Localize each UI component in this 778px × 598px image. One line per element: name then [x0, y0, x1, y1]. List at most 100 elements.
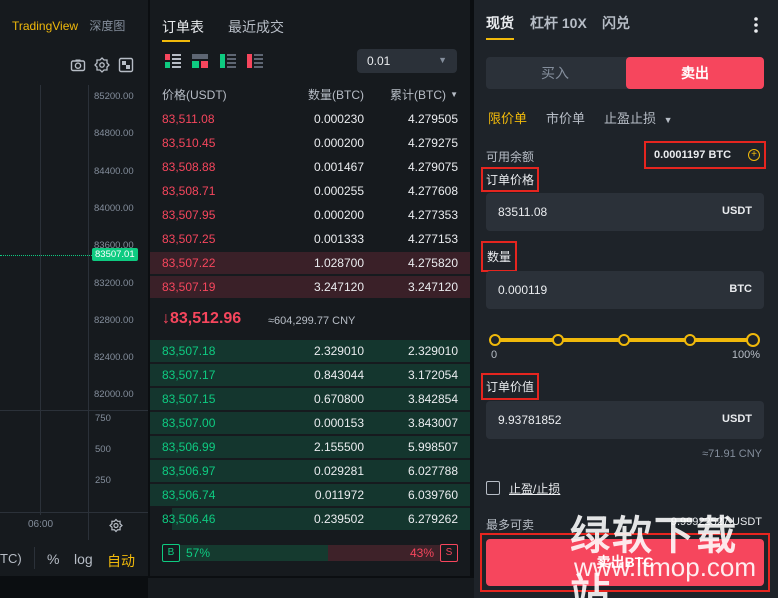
add-funds-icon[interactable]: +	[748, 149, 760, 161]
bid-price: 83,506.46	[162, 512, 216, 526]
price-tick: 82400.00	[94, 352, 134, 363]
slider-step[interactable]	[684, 334, 696, 346]
bid-row[interactable]: 83,507.15 0.670800 3.842854	[150, 387, 470, 411]
sell-ratio-pct: 43%	[409, 546, 434, 560]
ask-qty: 0.000200	[313, 208, 364, 222]
bid-price: 83,506.99	[162, 440, 216, 454]
total-label: 订单价值	[481, 373, 540, 400]
ask-row[interactable]: 83,510.45 0.000200 4.279275	[150, 131, 470, 155]
price-tick: 84800.00	[94, 128, 134, 139]
bid-row[interactable]: 83,507.17 0.843044 3.172054	[150, 363, 470, 387]
ask-total: 4.279075	[407, 160, 458, 174]
watermark-text: 绿软下载站	[570, 514, 738, 598]
tab-tradingview[interactable]: TradingView	[12, 19, 78, 33]
book-asks-icon[interactable]	[247, 54, 263, 68]
bid-row[interactable]: 83,506.74 0.011972 6.039760	[150, 483, 470, 507]
amount-slider[interactable]	[489, 333, 760, 347]
ask-row[interactable]: 83,507.95 0.000200 4.277353	[150, 203, 470, 227]
bid-price: 83,507.00	[162, 416, 216, 430]
ask-total: 4.277353	[407, 208, 458, 222]
price-tick: 85200.00	[94, 91, 134, 102]
current-price-line	[0, 255, 92, 256]
watermark-url: www.itmop.com	[574, 552, 757, 582]
percent-scale-toggle[interactable]: %	[47, 551, 59, 567]
price-tick: 82800.00	[94, 315, 134, 326]
tab-recent-trades[interactable]: 最近成交	[228, 17, 284, 37]
log-scale-toggle[interactable]: log	[74, 551, 93, 567]
book-both-icon[interactable]	[165, 54, 181, 68]
slider-handle[interactable]	[746, 333, 760, 347]
bid-total: 3.843007	[407, 416, 458, 430]
ask-row[interactable]: 83,507.25 0.001333 4.277153	[150, 227, 470, 251]
price-input[interactable]: 83511.08 USDT	[486, 193, 764, 231]
bid-price: 83,507.18	[162, 344, 216, 358]
more-vertical-icon[interactable]	[754, 16, 758, 34]
total-input-value: 9.93781852	[498, 413, 562, 427]
ask-qty: 1.028700	[313, 256, 364, 270]
order-type-market[interactable]: 市价单	[546, 108, 585, 127]
fullscreen-icon[interactable]	[118, 57, 134, 73]
bid-row[interactable]: 83,507.18 2.329010 2.329010	[150, 339, 470, 363]
order-type-stop[interactable]: 止盈止损 ▼	[604, 108, 673, 127]
bid-row[interactable]: 83,506.99 2.155500 5.998507	[150, 435, 470, 459]
ask-qty: 3.247120	[313, 280, 364, 294]
ask-total: 4.279275	[407, 136, 458, 150]
price-tick: 82000.00	[94, 389, 134, 400]
chart-bottom-toolbar: TC) % log 自动	[0, 545, 148, 573]
slider-step[interactable]	[552, 334, 564, 346]
scale-label: TC)	[0, 551, 22, 566]
sort-caret-icon[interactable]: ▼	[450, 90, 458, 99]
tab-spot[interactable]: 现货	[486, 13, 514, 33]
precision-select[interactable]: 0.01 ▼	[357, 49, 457, 73]
ask-price: 83,507.25	[162, 232, 216, 246]
ask-row[interactable]: 83,508.88 0.001467 4.279075	[150, 155, 470, 179]
settings-icon[interactable]	[94, 57, 110, 73]
price-input-value: 83511.08	[498, 205, 548, 219]
time-settings-icon[interactable]	[108, 518, 124, 534]
bid-price: 83,506.97	[162, 464, 216, 478]
volume-tick: 500	[95, 444, 111, 455]
qty-input[interactable]: 0.000119 BTC	[486, 271, 764, 309]
buy-ratio-pct: 57%	[186, 546, 211, 560]
buy-tab-button[interactable]: 买入	[486, 57, 624, 89]
ask-price: 83,508.88	[162, 160, 216, 174]
ask-price: 83,510.45	[162, 136, 216, 150]
auto-scale-toggle[interactable]: 自动	[107, 551, 135, 571]
sell-tab-button[interactable]: 卖出	[626, 57, 764, 89]
ask-qty: 0.000255	[313, 184, 364, 198]
col-price-header: 价格(USDT)	[162, 88, 227, 102]
tab-depth-chart[interactable]: 深度图	[89, 19, 125, 33]
ask-row[interactable]: 83,511.08 0.000230 4.279505	[150, 107, 470, 131]
slider-max-label: 100%	[731, 349, 760, 361]
tab-convert[interactable]: 闪兑	[602, 13, 630, 33]
total-input[interactable]: 9.93781852 USDT	[486, 401, 764, 439]
ask-row[interactable]: 83,508.71 0.000255 4.277608	[150, 179, 470, 203]
chevron-down-icon: ▼	[663, 115, 673, 125]
bid-total: 2.329010	[407, 344, 458, 358]
tpsl-checkbox[interactable]	[486, 481, 500, 495]
ask-row[interactable]: 83,507.22 1.028700 4.275820	[150, 251, 470, 275]
time-axis-label: 06:00	[28, 519, 54, 530]
slider-step[interactable]	[618, 334, 630, 346]
slider-step[interactable]	[489, 334, 501, 346]
book-bids-icon[interactable]	[220, 54, 236, 68]
bid-row[interactable]: 83,507.00 0.000153 3.843007	[150, 411, 470, 435]
bid-price: 83,507.17	[162, 368, 216, 382]
volume-tick: 750	[95, 413, 111, 424]
total-cny: ≈71.91 CNY	[702, 448, 762, 460]
ask-row[interactable]: 83,507.19 3.247120 3.247120	[150, 275, 470, 299]
chart-panel: TradingView 深度图 85200.00 84800.00 84400.…	[0, 0, 148, 576]
ask-price: 83,507.19	[162, 280, 216, 294]
camera-icon[interactable]	[70, 57, 86, 73]
bid-qty: 0.011972	[314, 488, 364, 502]
mid-price[interactable]: ↓83,512.96	[162, 310, 241, 328]
order-type-limit[interactable]: 限价单	[488, 108, 527, 127]
mid-price-value: 83,512.96	[170, 310, 242, 327]
tpsl-label[interactable]: 止盈/止损	[509, 480, 560, 497]
tab-order-book[interactable]: 订单表	[162, 17, 204, 37]
bid-row[interactable]: 83,506.46 0.239502 6.279262	[150, 507, 470, 531]
book-split-icon[interactable]	[192, 54, 208, 68]
tab-margin[interactable]: 杠杆 10X	[530, 13, 587, 33]
bid-row[interactable]: 83,506.97 0.029281 6.027788	[150, 459, 470, 483]
ask-price: 83,507.22	[162, 256, 216, 270]
